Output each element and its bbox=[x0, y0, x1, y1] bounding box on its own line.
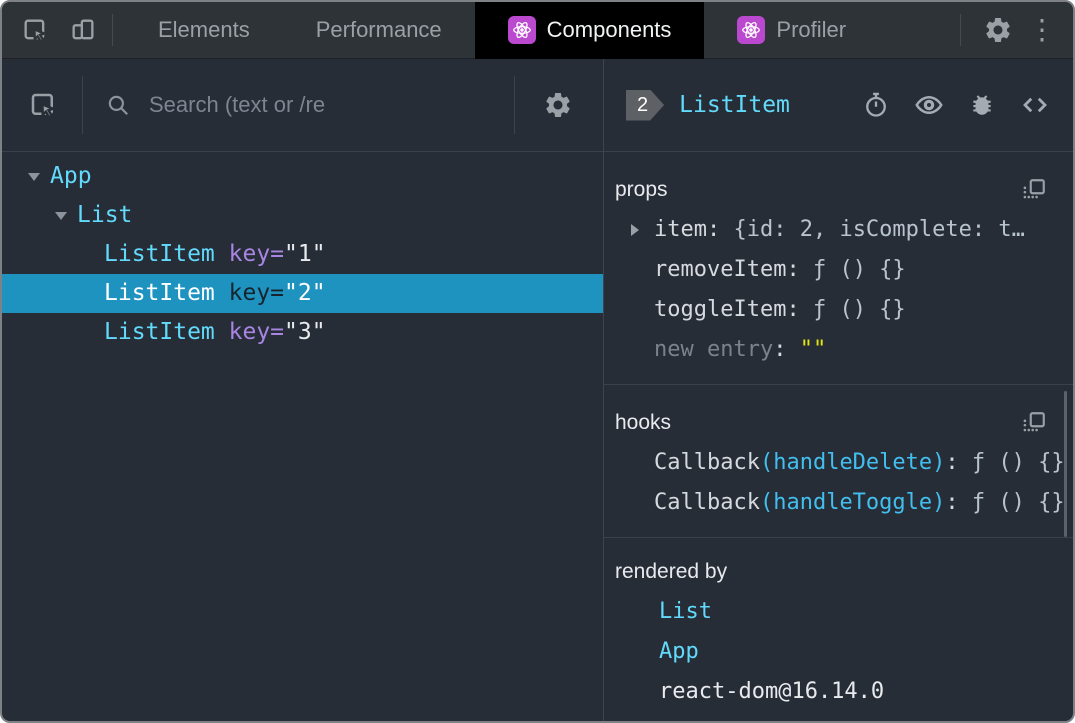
devtools-tabbar: Elements Performance Components Profiler… bbox=[2, 2, 1073, 59]
hook-callback-name: (handleDelete) bbox=[759, 450, 946, 475]
component-name: App bbox=[50, 163, 92, 189]
toolbar-divider bbox=[514, 76, 515, 134]
prop-row-new-entry[interactable]: new entry: "" bbox=[604, 330, 1073, 370]
tab-label: Profiler bbox=[776, 17, 847, 42]
timer-icon[interactable] bbox=[860, 89, 892, 121]
settings-gear-icon[interactable] bbox=[543, 90, 573, 120]
search-input[interactable] bbox=[147, 91, 514, 119]
tree-toolbar bbox=[2, 59, 603, 152]
collapse-caret-icon[interactable] bbox=[49, 211, 77, 220]
tab-components[interactable]: Components bbox=[474, 2, 705, 59]
tab-elements[interactable]: Elements bbox=[125, 2, 283, 59]
tree-row-ListItem-key-2[interactable]: ListItem key= "2" bbox=[2, 274, 603, 313]
collapse-caret-icon[interactable] bbox=[22, 172, 50, 181]
scrollbar-thumb[interactable] bbox=[1064, 391, 1067, 537]
inspector-header: 2 ListItem bbox=[604, 59, 1073, 152]
toolbar-divider bbox=[960, 14, 961, 46]
hook-row-handleDelete[interactable]: Callback(handleDelete): ƒ () {} bbox=[604, 443, 1073, 483]
component-name: ListItem bbox=[104, 241, 215, 267]
element-index-badge: 2 bbox=[626, 90, 664, 121]
key-value: "1" bbox=[284, 241, 326, 267]
key-value: "3" bbox=[284, 319, 326, 345]
toolbar-divider bbox=[82, 76, 83, 134]
hook-row-handleToggle[interactable]: Callback(handleToggle): ƒ () {} bbox=[604, 483, 1073, 523]
inspect-element-icon[interactable] bbox=[20, 15, 50, 45]
expand-arrow-icon[interactable] bbox=[631, 224, 639, 236]
bug-icon[interactable] bbox=[966, 89, 998, 121]
component-tree: App List ListItem key= "1" ListItem key= "2" L… bbox=[2, 152, 603, 721]
copy-hooks-button[interactable] bbox=[1021, 410, 1047, 436]
react-logo-icon bbox=[507, 16, 536, 44]
component-inspector-panel: 2 ListItem props item: {id: 2, isComplet… bbox=[604, 59, 1073, 721]
hook-value: ƒ () {} bbox=[971, 490, 1065, 515]
tab-label: Components bbox=[546, 17, 672, 42]
tab-profiler[interactable]: Profiler bbox=[704, 2, 879, 59]
rendered-by-react-dom-16.14.0: react-dom@16.14.0 bbox=[659, 679, 885, 704]
view-source-code-icon[interactable] bbox=[1019, 89, 1051, 121]
tree-row-ListItem-key-1[interactable]: ListItem key= "1" bbox=[2, 235, 603, 274]
toolbar-divider bbox=[112, 14, 113, 46]
props-section: props item: {id: 2, isComplete: t…remov bbox=[604, 152, 1073, 385]
hooks-section: hooks Callback(handleDelete): ƒ () {}Ca bbox=[604, 385, 1073, 538]
component-name: ListItem bbox=[104, 319, 215, 345]
rendered-by-section: rendered by List App react-dom@16.14.0 bbox=[604, 538, 1073, 721]
selected-component-name: ListItem bbox=[679, 92, 790, 118]
rendered-by-List[interactable]: List bbox=[604, 592, 1073, 632]
prop-row-removeItem[interactable]: removeItem: ƒ () {} bbox=[604, 250, 1073, 290]
hook-callback-name: (handleToggle) bbox=[759, 490, 946, 515]
tab-label: Performance bbox=[315, 17, 442, 42]
react-logo-icon bbox=[737, 16, 766, 44]
tab-label: Elements bbox=[158, 17, 250, 42]
key-value: "2" bbox=[284, 280, 326, 306]
eye-icon[interactable] bbox=[913, 89, 945, 121]
key-attribute: key= bbox=[214, 241, 285, 267]
prop-value: {id: 2, isComplete: t… bbox=[733, 217, 1025, 242]
devtools-main: AppListListItem key="1"ListItem key="2"L… bbox=[2, 59, 1073, 721]
hook-value: ƒ () {} bbox=[971, 450, 1065, 475]
hook-name: Callback bbox=[654, 490, 760, 515]
search-icon bbox=[105, 92, 131, 118]
inspect-element-icon[interactable] bbox=[28, 90, 58, 120]
rendered-by-App[interactable]: App bbox=[604, 632, 1073, 672]
prop-value: ƒ () {} bbox=[812, 297, 906, 322]
tree-row-App[interactable]: App bbox=[2, 157, 603, 196]
prop-name: item bbox=[654, 217, 707, 242]
devtools-window: Elements Performance Components Profiler… bbox=[0, 0, 1075, 723]
hooks-section-title: hooks bbox=[615, 411, 672, 434]
tree-row-List[interactable]: List bbox=[2, 196, 603, 235]
components-tree-panel: AppListListItem key="1"ListItem key="2"L… bbox=[2, 59, 604, 721]
component-name: ListItem bbox=[104, 280, 215, 306]
rendered-by-title: rendered by bbox=[615, 560, 728, 583]
tree-row-ListItem-key-3[interactable]: ListItem key= "3" bbox=[2, 313, 603, 352]
component-name: List bbox=[77, 202, 133, 228]
prop-name: removeItem bbox=[654, 257, 787, 282]
tab-performance[interactable]: Performance bbox=[283, 2, 475, 59]
prop-row-toggleItem[interactable]: toggleItem: ƒ () {} bbox=[604, 290, 1073, 330]
prop-name: new entry bbox=[654, 337, 774, 362]
settings-gear-icon[interactable] bbox=[983, 15, 1013, 45]
copy-props-button[interactable] bbox=[1021, 177, 1047, 203]
hook-name: Callback bbox=[654, 450, 760, 475]
key-attribute: key= bbox=[214, 280, 285, 306]
prop-name: toggleItem bbox=[654, 297, 787, 322]
prop-value: ƒ () {} bbox=[812, 257, 906, 282]
prop-value: "" bbox=[799, 337, 827, 362]
props-section-title: props bbox=[615, 178, 668, 201]
key-attribute: key= bbox=[214, 319, 285, 345]
prop-row-item[interactable]: item: {id: 2, isComplete: t… bbox=[604, 210, 1073, 250]
device-toolbar-icon[interactable] bbox=[68, 15, 98, 45]
more-options-icon[interactable]: ⋮ bbox=[1027, 16, 1057, 44]
